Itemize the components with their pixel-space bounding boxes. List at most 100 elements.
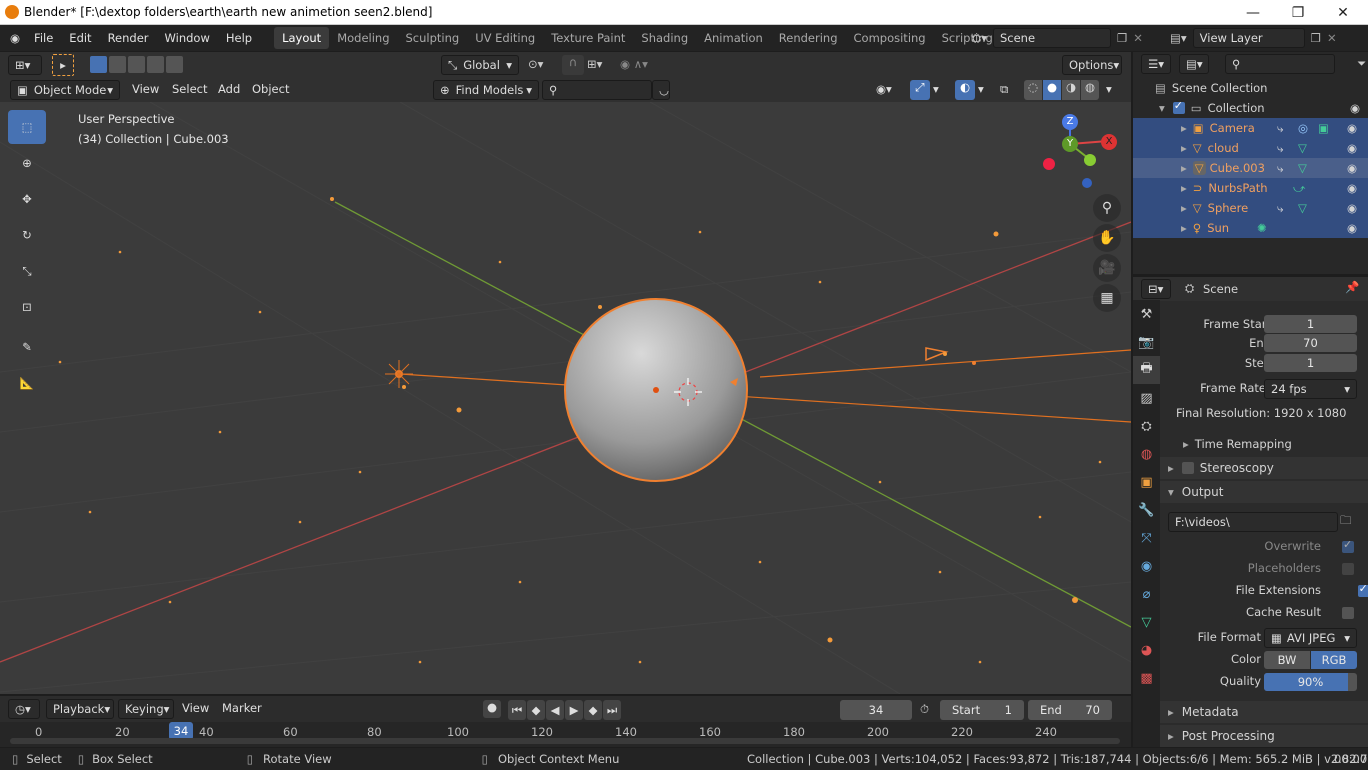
select-subtract-icon[interactable] <box>128 56 145 73</box>
3d-viewport[interactable]: User Perspective (34) Collection | Cube.… <box>0 102 1131 694</box>
overlay-dropdown-icon[interactable]: ▾ <box>978 82 984 96</box>
world-tab-icon[interactable]: ◍ <box>1133 440 1160 468</box>
tab-sculpting[interactable]: Sculpting <box>398 27 468 49</box>
stereoscopy-panel[interactable]: ▸ Stereoscopy <box>1160 457 1368 479</box>
select-cursor-icon[interactable]: ▸ <box>52 54 74 76</box>
overlay-toggle-icon[interactable]: ◐ <box>955 80 975 100</box>
annotate-tool-icon[interactable]: ✎ <box>8 330 46 364</box>
outliner-item-nurbspath[interactable]: ▸ ⊃ NurbsPath ⤻ ◉ <box>1133 178 1368 198</box>
gizmo-z-axis[interactable]: Z <box>1062 114 1078 130</box>
close-button[interactable]: ✕ <box>1320 0 1366 25</box>
jump-end-icon[interactable]: ⏭ <box>603 700 621 720</box>
modifier-tab-icon[interactable]: 🔧 <box>1133 496 1160 524</box>
texture-tab-icon[interactable]: ▩ <box>1133 664 1160 692</box>
keying-menu[interactable]: Keying ▾ <box>118 699 174 719</box>
output-panel-header[interactable]: ▾ Output <box>1160 481 1368 503</box>
pan-hand-icon[interactable]: ✋ <box>1093 224 1121 252</box>
eye-icon[interactable]: ◉ <box>1347 221 1357 235</box>
gizmo-neg-x[interactable] <box>1043 158 1055 170</box>
rotate-tool-icon[interactable]: ↻ <box>8 218 46 252</box>
sun-light-icon[interactable] <box>385 360 413 388</box>
current-frame-field[interactable]: 34 <box>840 700 912 720</box>
color-bw-button[interactable]: BW <box>1264 651 1310 669</box>
outliner-item-sphere[interactable]: ▸ ▽ Sphere ⤷ ▽ ◉ <box>1133 198 1368 218</box>
view-layer-tab-icon[interactable]: ▨ <box>1133 384 1160 412</box>
outliner-filter-icon[interactable]: ⏷ <box>1357 56 1366 71</box>
outliner-scene-collection[interactable]: ▤ Scene Collection <box>1133 78 1368 98</box>
tab-rendering[interactable]: Rendering <box>771 27 846 49</box>
menu-edit[interactable]: Edit <box>61 25 99 51</box>
tab-layout[interactable]: Layout <box>274 27 330 49</box>
properties-editor-type-icon[interactable]: ⊟▾ <box>1141 279 1171 299</box>
new-view-layer-icon[interactable]: ❐ <box>1311 31 1321 45</box>
blender-menu-icon[interactable]: ◉ <box>0 25 26 51</box>
preview-range-icon[interactable]: ⏱ <box>920 702 929 717</box>
camera-view-icon[interactable]: 🎥 <box>1093 254 1121 282</box>
constraints-tab-icon[interactable]: ⌀ <box>1133 580 1160 608</box>
timeline-marker-menu[interactable]: Marker <box>214 697 270 719</box>
next-keyframe-icon[interactable]: ◆ <box>584 700 602 720</box>
transform-tool-icon[interactable]: ⊡ <box>8 290 46 324</box>
xray-icon[interactable]: ⧉ <box>1000 82 1008 97</box>
tab-shading[interactable]: Shading <box>633 27 696 49</box>
eye-icon[interactable]: ◉ <box>1347 201 1357 215</box>
gizmo-neg-z[interactable] <box>1082 178 1092 188</box>
play-reverse-icon[interactable]: ◀ <box>546 700 564 720</box>
outliner-display-mode-icon[interactable]: ▤▾ <box>1179 54 1209 74</box>
cursor-tool-icon[interactable]: ⊕ <box>8 146 46 180</box>
select-extend-icon[interactable] <box>109 56 126 73</box>
overwrite-checkbox[interactable] <box>1342 538 1354 553</box>
solid-shading-icon[interactable]: ● <box>1043 80 1061 100</box>
scene-icon[interactable]: ⛭▾ <box>972 31 987 46</box>
viewport-menu-add[interactable]: Add <box>210 77 248 101</box>
expand-arrow-icon[interactable]: ▾ <box>1159 101 1165 115</box>
gizmo-dropdown-icon[interactable]: ▾ <box>933 82 939 96</box>
viewport-menu-object[interactable]: Object <box>244 77 297 101</box>
post-processing-panel[interactable]: ▸ Post Processing <box>1160 725 1368 747</box>
outliner-item-camera[interactable]: ▸ ▣ Camera ⤷ ◎ ▣ ◉ <box>1133 118 1368 138</box>
start-frame-field[interactable]: Start 1 <box>940 700 1024 720</box>
file-extensions-checkbox[interactable] <box>1357 582 1368 597</box>
menu-render[interactable]: Render <box>100 25 157 51</box>
pivot-point-icon[interactable]: ⊙▾ <box>528 57 543 71</box>
measure-tool-icon[interactable]: 📐 <box>8 366 46 400</box>
eye-icon[interactable]: ◉ <box>1347 141 1357 155</box>
outliner-search[interactable]: ⚲ <box>1225 54 1335 74</box>
record-icon[interactable]: ● <box>483 700 501 718</box>
proportional-edit-icon[interactable]: ◉ ∧▾ <box>620 57 648 71</box>
camera-object-icon[interactable] <box>925 347 976 365</box>
timeline-ruler[interactable]: 0 20 34 40 60 80 100 120 140 160 180 200… <box>0 722 1131 747</box>
zoom-icon[interactable]: ⚲ <box>1093 194 1121 222</box>
output-tab-icon[interactable]: 🖶 <box>1133 356 1160 384</box>
object-mode-dropdown[interactable]: ▣ Object Mode ▾ <box>10 80 120 100</box>
collection-checkbox[interactable] <box>1172 99 1185 114</box>
tab-modeling[interactable]: Modeling <box>329 27 397 49</box>
particles-tab-icon[interactable]: ⤧ <box>1133 524 1160 552</box>
viewport-menu-view[interactable]: View <box>124 77 167 101</box>
navigation-gizmo[interactable]: Z Y X <box>1040 114 1120 194</box>
minimize-button[interactable]: — <box>1230 0 1276 25</box>
metadata-panel[interactable]: ▸ Metadata <box>1160 701 1368 723</box>
eye-icon[interactable]: ◉ <box>1350 101 1360 115</box>
delete-scene-icon[interactable]: ✕ <box>1133 31 1143 45</box>
material-tab-icon[interactable]: ◕ <box>1133 636 1160 664</box>
render-tab-icon[interactable]: 📷 <box>1133 328 1160 356</box>
maximize-button[interactable]: ❐ <box>1275 0 1321 25</box>
output-path-field[interactable]: F:\videos\ <box>1168 512 1338 532</box>
view-layer-icon[interactable]: ▤▾ <box>1170 31 1187 45</box>
eye-icon[interactable]: ◉ <box>1347 181 1357 195</box>
frame-rate-dropdown[interactable]: 24 fps ▾ <box>1264 379 1357 399</box>
select-new-icon[interactable] <box>90 56 107 73</box>
viewport-menu-select[interactable]: Select <box>164 77 215 101</box>
menu-help[interactable]: Help <box>218 25 260 51</box>
gizmo-toggle-icon[interactable]: ⤢ <box>910 80 930 100</box>
wireframe-shading-icon[interactable]: ◌ <box>1024 80 1042 100</box>
object-tab-icon[interactable]: ▣ <box>1133 468 1160 496</box>
scene-selector[interactable]: Scene <box>992 28 1111 48</box>
file-format-dropdown[interactable]: ▦ AVI JPEG ▾ <box>1264 628 1357 648</box>
select-invert-icon[interactable] <box>147 56 164 73</box>
jump-start-icon[interactable]: ⏮ <box>508 700 526 720</box>
outliner-editor-type-icon[interactable]: ☰▾ <box>1141 54 1171 74</box>
select-box-tool-icon[interactable]: ⬚ <box>8 110 46 144</box>
sphere-object[interactable] <box>564 298 748 482</box>
